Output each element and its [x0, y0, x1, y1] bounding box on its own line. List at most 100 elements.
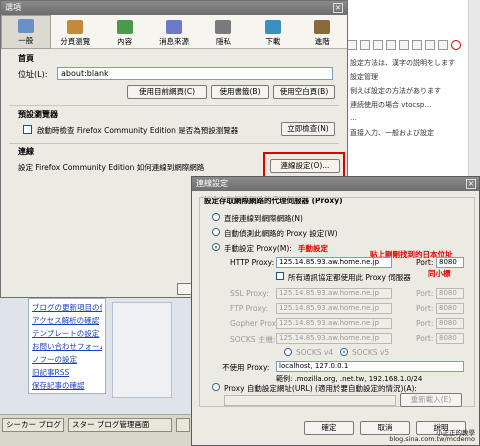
tab-label: 進階	[314, 37, 330, 46]
blog-link[interactable]: ノフーの設定	[32, 353, 102, 366]
blog-link-list: ブログの更新項目の作成 アクセス解析の確認 テンプレートの設定 お問い合わせフォ…	[28, 298, 106, 394]
socks-port-label: Port:	[416, 334, 434, 343]
gopher-proxy-input[interactable]: 125.14.85.93.aw.home.ne.jp	[276, 318, 392, 329]
privacy-icon	[215, 20, 232, 34]
tab-label: 分頁瀏覽	[60, 37, 91, 46]
divider	[9, 105, 339, 106]
ssl-proxy-label: SSL Proxy:	[230, 289, 269, 298]
taskbar-item[interactable]: スター ブログ管理画面	[68, 418, 172, 432]
tab-tabbed-browsing[interactable]: 分頁瀏覽	[51, 15, 100, 49]
socks-port-input[interactable]: 8080	[436, 333, 464, 344]
connection-titlebar[interactable]: 連線設定	[192, 177, 479, 191]
tab-label: 下載	[265, 37, 281, 46]
use-current-page-button[interactable]: 使用目前網頁(C)	[127, 85, 207, 99]
default-browser-checkbox[interactable]	[23, 125, 32, 134]
blog-link[interactable]: ブログの更新項目の作成	[32, 301, 102, 314]
use-bookmark-button[interactable]: 使用書籤(B)	[211, 85, 269, 99]
manual-proxy-radio[interactable]	[212, 243, 220, 251]
tab-content[interactable]: 內容	[100, 15, 149, 49]
divider	[9, 143, 339, 144]
socks-host-input[interactable]: 125.14.85.93.aw.home.ne.jp	[276, 333, 392, 344]
no-proxy-input[interactable]: localhost, 127.0.0.1	[276, 361, 464, 372]
close-icon[interactable]: ×	[466, 179, 476, 189]
table-icon[interactable]	[438, 40, 448, 50]
blog-side-panel	[112, 302, 172, 398]
direct-connection-radio[interactable]	[212, 213, 220, 221]
connection-settings-dialog: 連線設定 × 設定存取網際網路的代理伺服器 (Proxy) 直接連線到網際網路(…	[191, 176, 480, 446]
check-now-button[interactable]: 立即檢查(N)	[281, 122, 335, 136]
tab-label: 內容	[117, 37, 133, 46]
editor-line: 設定方法は、漢字の説明をします	[350, 59, 455, 67]
outdent-icon[interactable]	[425, 40, 435, 50]
blog-link[interactable]: アクセス解析の確認	[32, 314, 102, 327]
justify-icon[interactable]	[386, 40, 396, 50]
annotation-port: 同小標	[428, 269, 451, 278]
socks-host-label: SOCKS 主機:	[230, 335, 276, 344]
general-icon	[17, 19, 34, 33]
http-proxy-label: HTTP Proxy:	[230, 258, 275, 267]
ssl-port-label: Port:	[416, 289, 434, 298]
http-port-input[interactable]: 8080	[436, 257, 464, 268]
gopher-proxy-label: Gopher Proxy:	[230, 319, 283, 328]
tab-general[interactable]: 一般	[1, 15, 51, 49]
auto-config-url-input[interactable]	[224, 395, 396, 406]
indent-icon[interactable]	[412, 40, 422, 50]
direct-connection-label: 直接連線到網際網路(N)	[224, 214, 303, 223]
location-label: 位址(L):	[18, 70, 48, 79]
taskbar-item[interactable]	[176, 418, 190, 432]
use-blank-page-button[interactable]: 使用空白頁(B)	[273, 85, 335, 99]
ssl-proxy-input[interactable]: 125.14.85.93.aw.home.ne.jp	[276, 288, 392, 299]
auto-config-url-radio[interactable]	[212, 383, 220, 391]
tab-downloads[interactable]: 下載	[248, 15, 297, 49]
same-proxy-label: 所有通訊協定都使用此 Proxy 伺服器	[288, 273, 411, 282]
http-proxy-input[interactable]: 125.14.85.93.aw.home.ne.jp	[276, 257, 392, 268]
ftp-proxy-input[interactable]: 125.14.85.93.aw.home.ne.jp	[276, 303, 392, 314]
editor-line: 例えば設定の方法があります	[350, 87, 441, 95]
editor-toolbar	[347, 38, 480, 52]
manual-proxy-label: 手動設定 Proxy(M):	[224, 244, 292, 253]
align-right-icon[interactable]	[373, 40, 383, 50]
blog-link[interactable]: テンプレートの設定	[32, 327, 102, 340]
align-left-icon[interactable]	[347, 40, 357, 50]
ok-button[interactable]: 確定	[304, 421, 354, 435]
auto-detect-radio[interactable]	[212, 228, 220, 236]
tab-label: 隱私	[215, 37, 231, 46]
media-icon[interactable]	[451, 40, 461, 50]
editor-line: 設定管理	[350, 73, 378, 81]
socks-v4-radio[interactable]	[284, 348, 292, 356]
list-icon[interactable]	[399, 40, 409, 50]
cancel-button[interactable]: 取消	[360, 421, 410, 435]
tab-feeds[interactable]: 消息來源	[149, 15, 198, 49]
connection-description: 設定 Firefox Community Edition 如何連線到網際網路	[18, 163, 205, 172]
tab-label: 消息來源	[159, 37, 190, 46]
gopher-port-input[interactable]: 8080	[436, 318, 464, 329]
align-center-icon[interactable]	[360, 40, 370, 50]
editor-scrollbar[interactable]	[468, 0, 480, 180]
blog-link[interactable]: 旧記事RSS	[32, 366, 102, 379]
ftp-port-label: Port:	[416, 304, 434, 313]
tab-advanced[interactable]: 進階	[298, 15, 347, 49]
socks-v5-radio[interactable]	[340, 348, 348, 356]
ftp-proxy-label: FTP Proxy:	[230, 304, 269, 313]
options-titlebar[interactable]: 選項	[1, 1, 347, 15]
advanced-icon	[314, 20, 331, 34]
tabs-icon	[67, 20, 84, 34]
auto-detect-label: 自動偵測此網路的 Proxy 設定(W)	[224, 229, 338, 238]
close-icon[interactable]: ×	[333, 3, 343, 13]
socks-v4-label: SOCKS v4	[296, 348, 334, 357]
options-tab-bar: 一般 分頁瀏覽 內容 消息來源 隱私 下載 進階	[1, 15, 347, 49]
blog-link[interactable]: 保存記事の確認	[32, 379, 102, 392]
ftp-port-input[interactable]: 8080	[436, 303, 464, 314]
no-proxy-label: 不使用 Proxy:	[222, 363, 270, 372]
editor-line: …	[350, 114, 357, 122]
ssl-port-input[interactable]: 8080	[436, 288, 464, 299]
editor-line: 連続使用の場合 vtocsp…	[350, 101, 432, 109]
tab-privacy[interactable]: 隱私	[199, 15, 248, 49]
same-proxy-checkbox[interactable]	[276, 272, 284, 280]
reload-button[interactable]: 重新載入(E)	[400, 393, 462, 407]
taskbar-item[interactable]: シーカー ブログ	[2, 418, 64, 432]
blog-link[interactable]: お問い合わせフォーム	[32, 340, 102, 353]
editor-content[interactable]: 設定方法は、漢字の説明をします 設定管理 例えば設定の方法があります 連続使用の…	[350, 58, 478, 142]
downloads-icon	[264, 20, 281, 34]
home-page-input[interactable]: about:blank	[57, 67, 333, 80]
